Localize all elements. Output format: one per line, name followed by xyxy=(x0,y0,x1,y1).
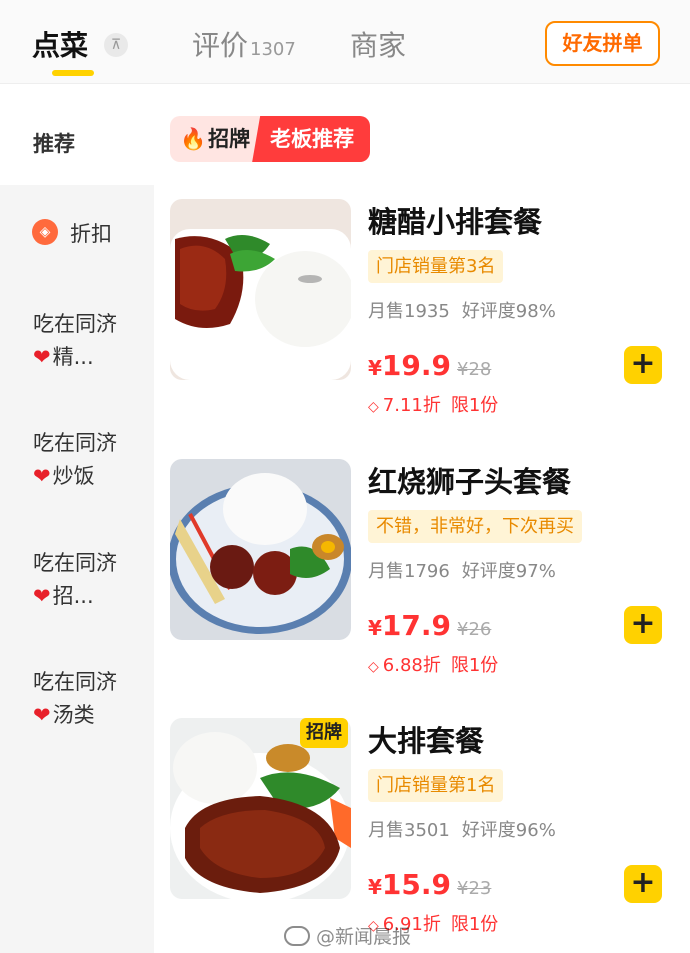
tab-reviews-label: 评价 xyxy=(192,29,249,62)
sidebar-item-label: 吃在同济 xyxy=(33,670,117,694)
active-tab-indicator xyxy=(52,70,94,76)
collapse-icon[interactable]: ⊼ xyxy=(104,33,128,57)
tab-order[interactable]: 点菜 xyxy=(32,24,88,64)
discount-tag-icon: ◇ xyxy=(368,659,379,675)
dish-image[interactable] xyxy=(170,459,351,640)
sidebar-item-label: 折扣 xyxy=(70,222,112,246)
add-to-cart-button[interactable]: + xyxy=(624,606,662,644)
price-value: 19.9 xyxy=(381,349,452,382)
original-price: ¥23 xyxy=(457,878,492,899)
dish-rank-tag: 门店销量第3名 xyxy=(368,250,504,283)
heart-icon: ❤ xyxy=(33,703,51,727)
signature-label: 🔥招牌 xyxy=(170,116,261,162)
purchase-limit: 限1份 xyxy=(450,395,499,416)
dish-price: ¥19.9 ¥28 xyxy=(368,349,492,382)
price-value: 17.9 xyxy=(381,609,452,642)
flame-icon: 🔥 xyxy=(180,127,207,151)
dish-name: 红烧狮子头套餐 xyxy=(368,465,572,499)
rating: 好评度97% xyxy=(461,561,556,582)
dish-price: ¥17.9 ¥26 xyxy=(368,609,492,642)
sidebar-item-category[interactable]: 吃在同济 ❤招... xyxy=(0,547,154,617)
dish-stats: 月售3501 好评度96% xyxy=(368,816,556,842)
sidebar-item-sublabel: ❤炒饭 xyxy=(33,464,95,488)
sidebar-item-category[interactable]: 吃在同济 ❤精... xyxy=(0,308,154,378)
dish-card[interactable]: 糖醋小排套餐 门店销量第3名 月售1935 好评度98% ¥19.9 ¥28 ◇ 7.… xyxy=(170,199,670,429)
dish-review-tag: 不错，非常好，下次再买 xyxy=(368,510,582,543)
original-price: ¥26 xyxy=(457,619,492,640)
price-value: 15.9 xyxy=(381,868,452,901)
dish-price: ¥15.9 ¥23 xyxy=(368,868,492,901)
monthly-sales: 月售3501 xyxy=(368,820,450,841)
sidebar-item-label: 吃在同济 xyxy=(33,431,117,455)
heart-icon: ❤ xyxy=(33,345,51,369)
monthly-sales: 月售1796 xyxy=(368,561,450,582)
dish-card[interactable]: 招牌 大排套餐 门店销量第1名 月售3501 好评度96% ¥15.9 ¥23 ◇ 6… xyxy=(170,718,670,948)
tab-reviews[interactable]: 评价 1307 xyxy=(192,24,296,64)
group-order-button[interactable]: 好友拼单 xyxy=(545,21,660,66)
dish-stats: 月售1796 好评度97% xyxy=(368,557,556,583)
sidebar-item-label: 吃在同济 xyxy=(33,551,117,575)
dish-image[interactable] xyxy=(170,199,351,380)
dish-discount: ◇ 7.11折 限1份 xyxy=(368,395,499,416)
tab-merchant[interactable]: 商家 xyxy=(350,24,406,64)
sidebar-item-sublabel: ❤精... xyxy=(33,345,94,369)
sidebar-item-label: 推荐 xyxy=(33,132,75,156)
weibo-icon xyxy=(284,926,310,946)
sidebar-item-category[interactable]: 吃在同济 ❤汤类 xyxy=(0,666,154,736)
add-to-cart-button[interactable]: + xyxy=(624,865,662,903)
heart-icon: ❤ xyxy=(33,584,51,608)
original-price: ¥28 xyxy=(457,359,492,380)
dish-stats: 月售1935 好评度98% xyxy=(368,297,556,323)
sidebar-item-sublabel: ❤汤类 xyxy=(33,703,95,727)
dish-discount: ◇ 6.88折 限1份 xyxy=(368,655,499,676)
category-sidebar xyxy=(0,84,154,953)
rating: 好评度96% xyxy=(461,820,556,841)
sidebar-item-sublabel: ❤招... xyxy=(33,584,94,608)
boss-recommend-label: 老板推荐 xyxy=(252,116,371,162)
section-signature-badge: 🔥招牌 老板推荐 xyxy=(170,116,371,162)
rating: 好评度98% xyxy=(461,301,556,322)
sidebar-item-recommend[interactable]: 推荐 xyxy=(0,84,154,185)
sidebar-item-category[interactable]: 吃在同济 ❤炒饭 xyxy=(0,427,154,497)
heart-icon: ❤ xyxy=(33,464,51,488)
reviews-count: 1307 xyxy=(250,39,296,60)
sidebar-item-label: 吃在同济 xyxy=(33,312,117,336)
dish-name: 大排套餐 xyxy=(368,724,485,758)
discount-tag-icon: ◇ xyxy=(368,399,379,415)
monthly-sales: 月售1935 xyxy=(368,301,450,322)
discount-tag-icon: ◈ xyxy=(32,219,58,245)
dish-card[interactable]: 红烧狮子头套餐 不错，非常好，下次再买 月售1796 好评度97% ¥17.9 ¥2… xyxy=(170,459,670,689)
top-tab-bar: 点菜 ⊼ 评价 1307 商家 好友拼单 xyxy=(0,0,690,84)
purchase-limit: 限1份 xyxy=(450,914,499,935)
purchase-limit: 限1份 xyxy=(450,655,499,676)
dish-rank-tag: 门店销量第1名 xyxy=(368,769,504,802)
dish-name: 糖醋小排套餐 xyxy=(368,205,543,239)
signature-corner-badge: 招牌 xyxy=(300,718,348,748)
add-to-cart-button[interactable]: + xyxy=(624,346,662,384)
watermark: @新闻晨报 xyxy=(284,922,411,949)
